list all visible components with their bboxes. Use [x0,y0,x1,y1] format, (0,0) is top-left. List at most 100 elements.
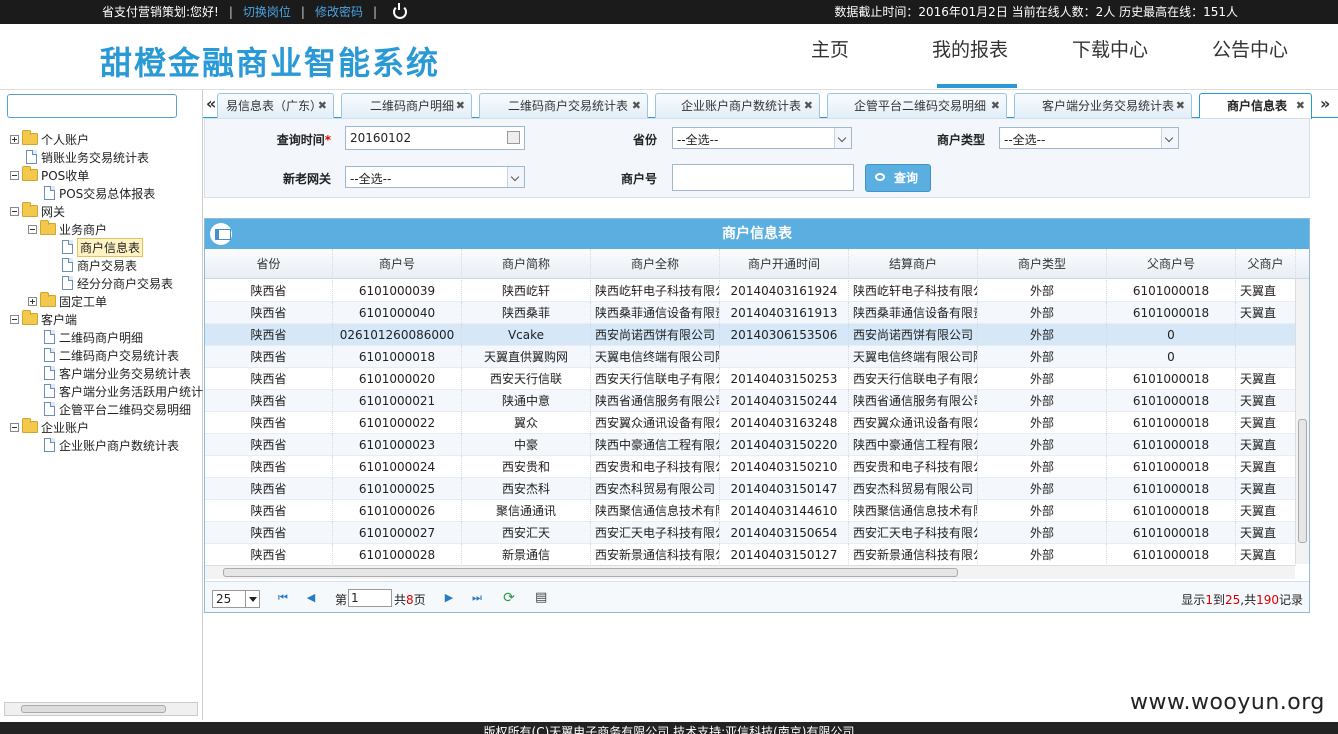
sidebar-search-input[interactable] [7,94,177,118]
chevron-down-icon[interactable] [507,167,524,187]
column-header[interactable]: 父商户 [1236,249,1296,279]
tree-node-client-active-users[interactable]: 客户端分业务活跃用户统计 [44,382,203,400]
switch-role-link[interactable]: 切换岗位 [243,3,291,20]
table-row[interactable]: 陕西省 6101000025 西安杰科 西安杰科贸易有限公司 2014040315014… [205,478,1296,500]
table-cell: 6101000027 [333,522,462,544]
collapse-toggle-icon[interactable] [28,224,37,234]
tab-enterprise-qr-details[interactable]: 企管平台二维码交易明细 ✖ [827,93,1007,118]
table-cell: 陕西省 [205,478,333,500]
tree-node-qr-details[interactable]: 二维码商户明细 [44,328,143,346]
table-row[interactable]: 陕西省 6101000022 翼众 西安翼众通讯设备有限公 20140403163248… [205,412,1296,434]
sidebar-horizontal-scrollbar[interactable] [4,702,198,716]
tree-node-writeoff-stats[interactable]: 销账业务交易统计表 [26,148,149,166]
table-row[interactable]: 陕西省 6101000039 陕西屹轩 陕西屹轩电子科技有限公 201404031619… [205,280,1296,302]
table-row[interactable]: 陕西省 6101000027 西安汇天 西安汇天电子科技有限公 201404031506… [205,522,1296,544]
close-icon[interactable]: ✖ [318,94,327,118]
tab-scroll-left-icon[interactable]: « [206,94,216,113]
column-header[interactable]: 商户简称 [462,249,591,279]
query-time-input[interactable]: 20160102 [345,126,525,150]
collapse-toggle-icon[interactable] [10,170,19,180]
close-icon[interactable]: ✖ [456,94,465,118]
tab-qr-details[interactable]: 二维码商户明细 ✖ [341,93,472,118]
collapse-toggle-icon[interactable] [10,206,19,216]
tree-node-client[interactable]: 客户端 [10,310,77,328]
collapse-toggle-icon[interactable] [10,422,19,432]
tree-node-client-business-stats[interactable]: 客户端分业务交易统计表 [44,364,191,382]
tree-node-pos-report[interactable]: POS交易总体报表 [44,184,155,202]
chevron-down-icon[interactable] [834,128,851,148]
chevron-down-icon[interactable] [1161,128,1178,148]
tree-node-analysis-transactions[interactable]: 经分分商户交易表 [62,274,173,292]
merchant-no-input[interactable] [672,164,854,191]
first-page-icon[interactable]: ⏮ [277,592,289,604]
chevron-down-icon[interactable] [245,591,259,607]
tree-node-personal-account[interactable]: 个人账户 [10,130,89,148]
tree-node-business-merchant[interactable]: 业务商户 [28,220,107,238]
table-row[interactable]: 陕西省 6101000028 新景通信 西安新景通信科技有限公 201404031501… [205,544,1296,566]
table-row[interactable]: 陕西省 6101000018 天翼直供翼购网 天翼电信终端有限公司陕 天翼电信终端有限公… [205,346,1296,368]
close-icon[interactable]: ✖ [632,94,641,118]
column-header[interactable]: 父商户号 [1107,249,1236,279]
tree-node-fixed-orders[interactable]: 固定工单 [28,292,107,310]
table-row[interactable]: 陕西省 6101000023 中豪 陕西中豪通信工程有限公 20140403150220… [205,434,1296,456]
column-header[interactable]: 结算商户 [849,249,978,279]
gateway-select[interactable]: --全选-- [345,166,525,188]
tree-node-enterprise-qr-details[interactable]: 企管平台二维码交易明细 [44,400,191,418]
column-header[interactable]: 商户号 [333,249,462,279]
column-header[interactable]: 商户类型 [978,249,1107,279]
power-icon[interactable] [393,2,408,19]
tab-client-business-stats[interactable]: 客户端分业务交易统计表 ✖ [1014,93,1192,118]
tab-merchant-info[interactable]: 商户信息表 ✖ [1199,93,1312,119]
table-row[interactable]: 陕西省 026101260086000 Vcake 西安尚诺西饼有限公司 2014030… [205,324,1296,346]
column-header[interactable]: 商户全称 [591,249,720,279]
nav-announcements[interactable]: 公告中心 [1180,24,1320,90]
close-icon[interactable]: ✖ [1176,94,1185,118]
table-row[interactable]: 陕西省 6101000020 西安天行信联 西安天行信联电子有限公 2014040315… [205,368,1296,390]
tree-node-enterprise-merchant-count[interactable]: 企业账户商户数统计表 [44,436,179,454]
table-row[interactable]: 陕西省 6101000026 聚信通通讯 陕西聚信通信息技术有限 20140403144… [205,500,1296,522]
nav-download-center[interactable]: 下载中心 [1040,24,1180,90]
close-icon[interactable]: ✖ [1296,94,1305,118]
tab-qr-stats[interactable]: 二维码商户交易统计表 ✖ [479,93,648,118]
scrollbar-thumb[interactable] [21,705,166,713]
calendar-icon[interactable] [507,131,520,144]
table-row[interactable]: 陕西省 6101000024 西安贵和 西安贵和电子科技有限公 201404031502… [205,456,1296,478]
column-header[interactable]: 省份 [205,249,333,279]
province-select[interactable]: --全选-- [672,127,852,149]
tree-node-merchant-info[interactable]: 商户信息表 [62,237,144,257]
merchant-type-select[interactable]: --全选-- [999,127,1179,149]
tree-node-enterprise-account[interactable]: 企业账户 [10,418,89,436]
close-icon[interactable]: ✖ [991,94,1000,118]
tab-scroll-right-icon[interactable]: » [1320,94,1330,113]
grid-horizontal-scrollbar[interactable] [205,565,1295,579]
tree-node-gateway[interactable]: 网关 [10,202,65,220]
expand-toggle-icon[interactable] [10,134,19,144]
tab-enterprise-merchant-count[interactable]: 企业账户商户数统计表 ✖ [655,93,820,118]
tree-node-qr-stats[interactable]: 二维码商户交易统计表 [44,346,179,364]
table-row[interactable]: 陕西省 6101000021 陕通中意 陕西省通信服务有限公司 201404031502… [205,390,1296,412]
table-row[interactable]: 陕西省 6101000040 陕西桑菲 陕西桑菲通信设备有限责 201404031619… [205,302,1296,324]
export-icon[interactable]: ▤ [535,591,547,604]
search-button[interactable]: 查询 [865,164,931,192]
greeting-text: 省支付营销策划:您好! [102,5,219,19]
change-password-link[interactable]: 修改密码 [315,3,363,20]
last-page-icon[interactable]: ⏭ [471,592,483,604]
nav-my-reports[interactable]: 我的报表 [900,24,1040,90]
page-size-select[interactable]: 25 [212,590,260,608]
table-cell: 6101000018 [1107,412,1236,434]
nav-home[interactable]: 主页 [760,24,900,90]
refresh-icon[interactable]: ⟳ [503,591,515,605]
expand-toggle-icon[interactable] [28,296,37,306]
tab-guangdong-info[interactable]: 易信息表（广东） ✖ [217,93,334,118]
next-page-icon[interactable]: ▶ [443,592,455,604]
prev-page-icon[interactable]: ◀ [305,592,317,604]
tree-node-merchant-transactions[interactable]: 商户交易表 [62,256,137,274]
close-icon[interactable]: ✖ [804,94,813,118]
grid-vertical-scrollbar[interactable] [1295,279,1309,564]
tree-node-pos[interactable]: POS收单 [10,166,89,184]
scrollbar-thumb[interactable] [223,568,958,577]
page-number-input[interactable]: 1 [348,589,392,607]
scrollbar-thumb[interactable] [1298,419,1307,543]
column-header[interactable]: 商户开通时间 [720,249,849,279]
collapse-toggle-icon[interactable] [10,314,19,324]
